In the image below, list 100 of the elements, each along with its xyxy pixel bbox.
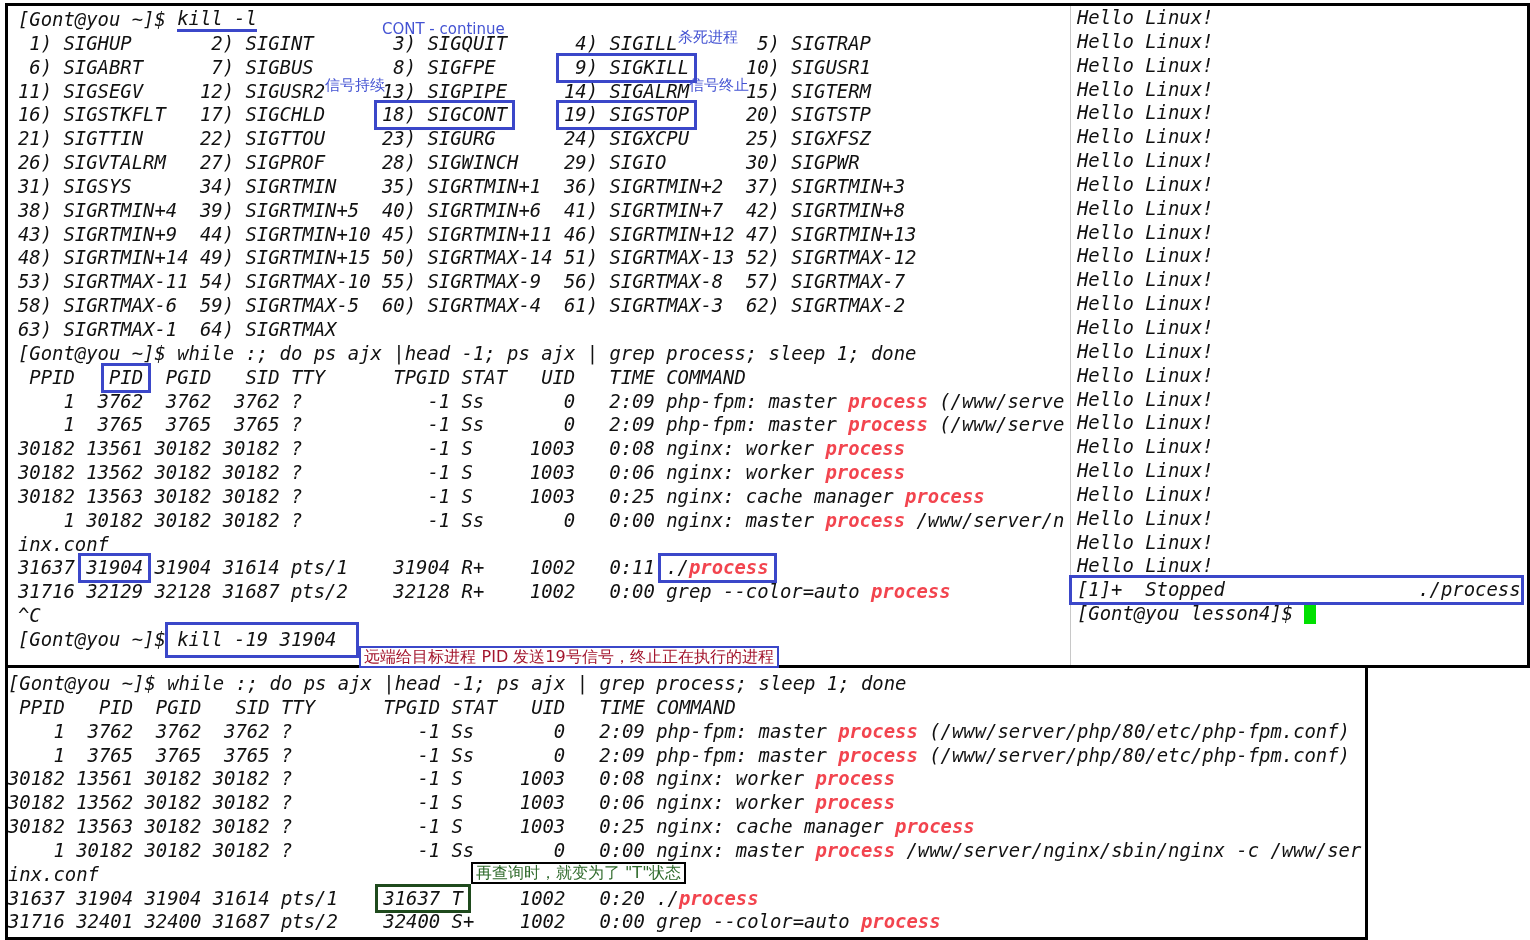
table-cell: 0:00 [609, 580, 655, 605]
column-header: PPID [19, 695, 65, 720]
signal-entry: 54) SIGRTMAX-10 [199, 270, 371, 295]
signal-entry: 50) SIGRTMAX-14 [381, 246, 553, 271]
table-cell: 2:09 [599, 719, 645, 744]
terminal-line: Hello Linux! [1077, 506, 1214, 531]
table-cell: -1 [417, 743, 441, 768]
table-cell: 31637 [8, 886, 65, 911]
table-cell: 1003 [529, 461, 576, 485]
terminal-line: Hello Linux! [1077, 196, 1214, 221]
table-cell: 30182 [222, 437, 280, 462]
table-cell: 3762 [87, 719, 134, 744]
table-cell: 30182 [154, 484, 212, 509]
table-cell: 1003 [529, 484, 576, 509]
table-cell: S [461, 461, 473, 485]
table-cell: 1002 [519, 910, 566, 935]
table-cell: 1002 [519, 886, 566, 911]
table-cell: php-fpm: master process (/www/serve [666, 389, 1065, 414]
table-cell: 1 [63, 389, 75, 414]
signal-entry: 19) SIGSTOP [563, 103, 689, 128]
table-cell: 30182 [212, 815, 270, 839]
table-cell: 0 [553, 838, 566, 863]
table-cell: pts/2 [290, 580, 348, 605]
table-cell: 31614 [212, 886, 270, 911]
column-header: UID [541, 365, 576, 390]
signal-entry: 5) SIGTRAP [756, 31, 871, 56]
table-cell: 30182 [18, 461, 75, 485]
terminal-line: Hello Linux! [1077, 387, 1214, 412]
table-cell: T [451, 886, 463, 911]
signal-entry: 53) SIGRTMAX-11 [18, 270, 189, 295]
signal-entry: 51) SIGRTMAX-13 [563, 246, 735, 271]
terminal-line: Hello Linux! [1077, 315, 1214, 340]
signal-entry: 6) SIGABRT [28, 55, 144, 80]
table-cell: nginx: cache manager process [666, 484, 985, 509]
table-cell: 0:20 [599, 886, 645, 911]
signal-entry: 30) SIGPWR [745, 151, 860, 175]
table-cell: S+ [451, 910, 475, 935]
signal-entry: 20) SIGTSTP [745, 103, 871, 128]
column-header: TIME [599, 695, 645, 720]
table-cell: ./process [656, 886, 759, 911]
signal-entry: 27) SIGPROF [199, 151, 326, 175]
table-cell: 3765 [234, 413, 280, 438]
signal-entry: 59) SIGRTMAX-5 [199, 294, 360, 318]
table-cell: 1 [53, 743, 65, 768]
signal-entry: 28) SIGWINCH [381, 151, 519, 175]
table-cell: nginx: worker process [656, 767, 896, 792]
annotation-label: 杀死进程 [677, 27, 738, 45]
table-cell: 31904 [76, 886, 134, 911]
table-cell: 3762 [224, 719, 270, 744]
table-cell: -1 [417, 815, 441, 839]
shell-prompt: [Gont@you ~]$ [18, 627, 166, 652]
table-cell: ? [290, 389, 303, 414]
table-cell: 31687 [222, 580, 280, 605]
signal-entry: 63) SIGRTMAX-1 [18, 317, 178, 342]
table-cell: ? [290, 461, 303, 485]
table-cell: 0:11 [609, 556, 655, 581]
column-header: STAT [461, 365, 507, 390]
terminal-line: Hello Linux! [1077, 244, 1214, 269]
table-cell: ? [280, 743, 293, 768]
table-cell: 0 [553, 719, 566, 744]
column-header: PID [108, 365, 144, 390]
table-cell: 31614 [222, 556, 280, 581]
terminal-line: inx.conf [18, 532, 109, 557]
signal-entry: 60) SIGRTMAX-4 [381, 294, 542, 318]
table-cell: 31904 [393, 556, 451, 581]
table-cell: 3762 [155, 719, 202, 744]
table-cell: 3765 [165, 413, 212, 438]
terminal-line: Hello Linux! [1077, 268, 1214, 293]
annotation-label: 信号终止 [689, 76, 749, 93]
table-cell: -1 [417, 838, 441, 863]
table-cell: -1 [427, 484, 451, 509]
signal-entry: 55) SIGRTMAX-9 [381, 270, 542, 295]
table-cell: nginx: worker process [656, 791, 896, 816]
signal-entry: 35) SIGRTMIN+1 [381, 174, 542, 199]
table-cell: nginx: cache manager process [656, 815, 975, 839]
table-cell: 32129 [86, 580, 144, 605]
table-cell: 30182 [154, 437, 212, 462]
table-cell: 13563 [86, 484, 144, 509]
table-cell: S [461, 484, 473, 509]
table-cell: 32401 [76, 910, 134, 935]
table-cell: -1 [427, 461, 451, 485]
column-header: COMMAND [656, 695, 736, 720]
table-cell: 31904 [86, 556, 144, 581]
signal-entry: 52) SIGRTMAX-12 [745, 246, 917, 271]
annotation-callout: 远端给目标进程 PID 发送19号信号，终止正在执行的进程 [359, 645, 779, 668]
signal-entry: 17) SIGCHLD [199, 103, 326, 128]
table-cell: 30182 [86, 508, 144, 533]
signal-entry: 2) SIGINT [210, 31, 314, 56]
table-cell: 31904 [154, 556, 212, 581]
table-cell: 30182 [18, 437, 75, 462]
table-cell: 3765 [97, 413, 144, 438]
table-cell: 0:06 [609, 461, 655, 485]
column-header: SID [235, 695, 270, 720]
table-cell: ? [280, 767, 293, 792]
table-cell: 1002 [529, 556, 576, 581]
terminal-line: Hello Linux! [1077, 530, 1214, 555]
signal-entry: 42) SIGRTMIN+8 [745, 198, 906, 223]
signal-entry: 26) SIGVTALRM [18, 151, 166, 175]
signal-entry: 44) SIGRTMIN+10 [199, 222, 371, 247]
signal-entry: 12) SIGUSR2 [199, 79, 326, 104]
